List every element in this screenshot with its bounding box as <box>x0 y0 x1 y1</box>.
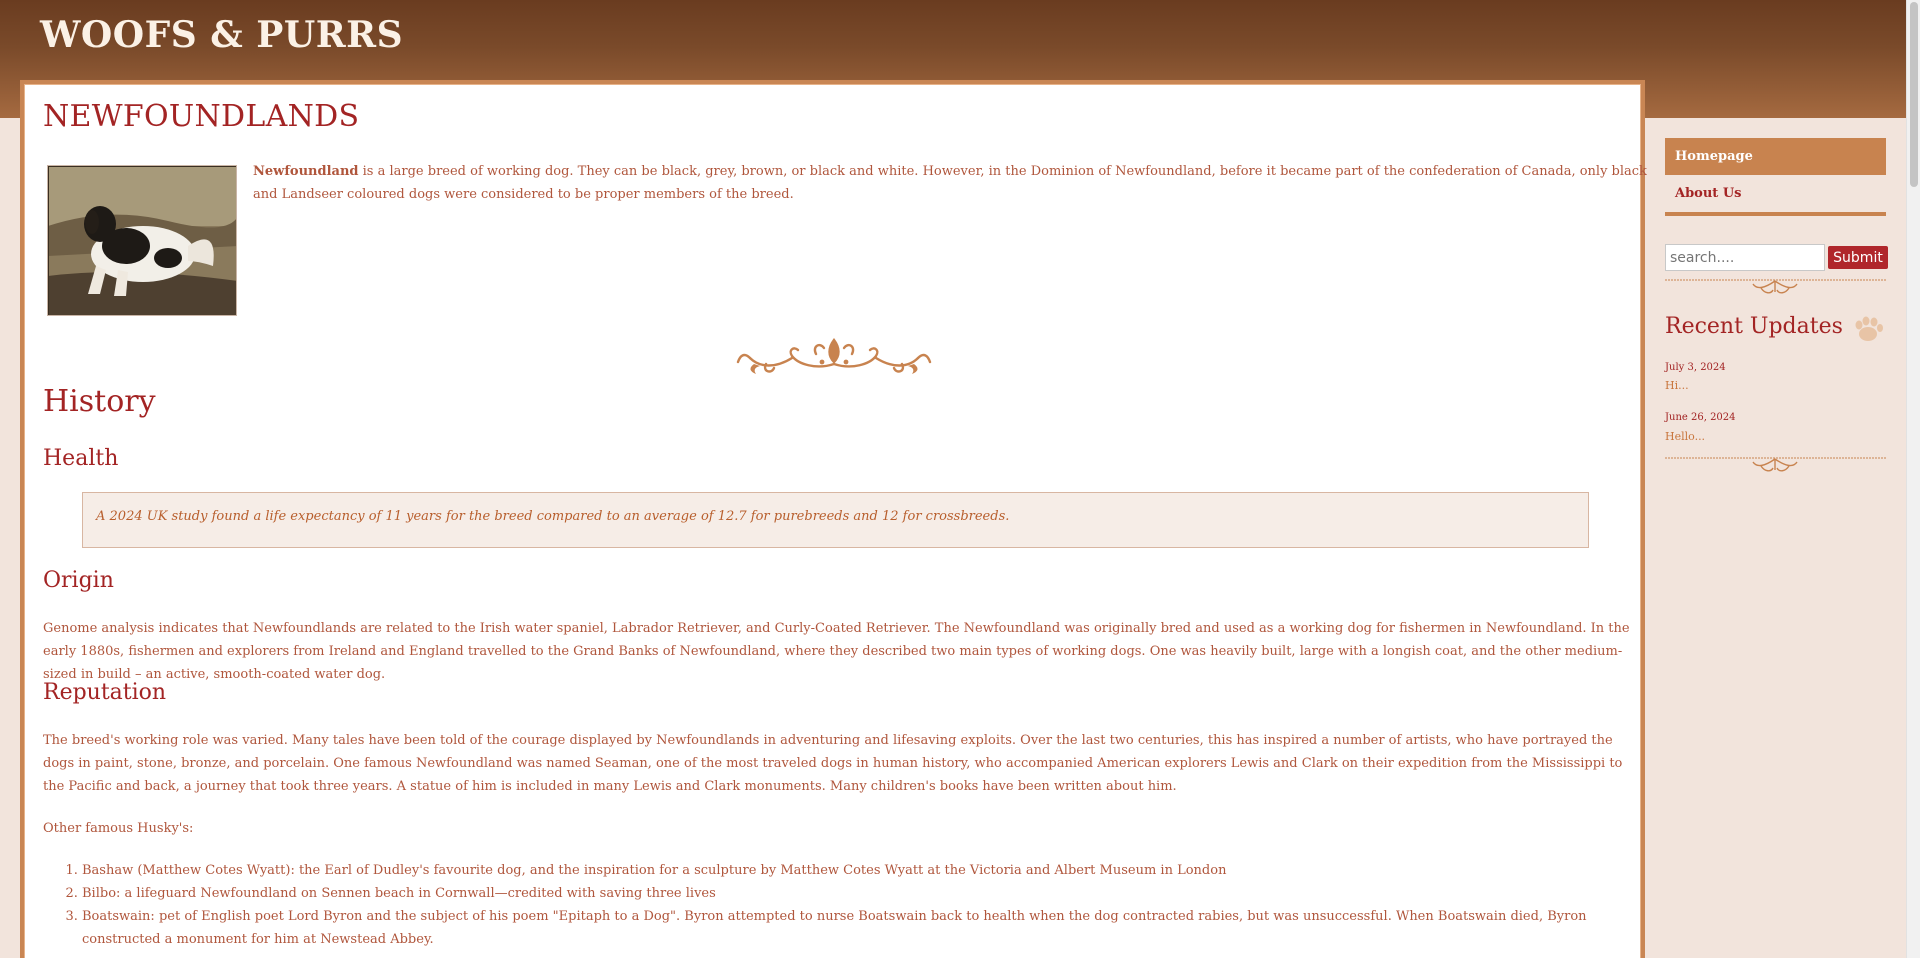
update-date: June 26, 2024 <box>1665 412 1736 423</box>
submit-button[interactable]: Submit <box>1828 246 1888 269</box>
reputation-heading: Reputation <box>43 680 167 705</box>
intro-text: is a large breed of working dog. They ca… <box>253 164 1647 202</box>
search-input[interactable] <box>1665 244 1825 271</box>
main-content: NEWFOUNDLANDS Newfoundland is a large br… <box>20 80 1647 958</box>
reputation-paragraph: The breed's working role was varied. Man… <box>43 733 1623 794</box>
list-item: Boatswain: pet of English poet Lord Byro… <box>82 905 1642 951</box>
origin-heading: Origin <box>43 568 114 593</box>
health-heading: Health <box>43 446 119 471</box>
list-item: Bashaw (Matthew Cotes Wyatt): the Earl o… <box>82 859 1642 882</box>
update-link[interactable]: Hello... <box>1665 430 1705 443</box>
nav-divider <box>1665 212 1886 216</box>
nav-item-homepage[interactable]: Homepage <box>1665 138 1886 175</box>
origin-paragraph: Genome analysis indicates that Newfoundl… <box>43 621 1630 682</box>
paw-icon <box>1852 315 1884 347</box>
health-quote: A 2024 UK study found a life expectancy … <box>82 492 1589 548</box>
vertical-scrollbar[interactable] <box>1906 0 1920 958</box>
famous-intro: Other famous Husky's: <box>43 821 194 836</box>
site-title[interactable]: WOOFS & PURRS <box>40 14 403 56</box>
newfoundland-painting-image <box>47 165 237 316</box>
divider-ornament-icon <box>1665 278 1886 298</box>
update-link[interactable]: Hi... <box>1665 379 1689 392</box>
sidebar: Homepage About Us Submit Recent Updates <box>1665 138 1888 472</box>
recent-updates-heading: Recent Updates <box>1665 314 1843 339</box>
list-item: Bilbo: a lifeguard Newfoundland on Senne… <box>82 882 1642 905</box>
flourish-divider-icon <box>736 334 932 380</box>
update-date: July 3, 2024 <box>1665 362 1726 373</box>
nav-item-about-us[interactable]: About Us <box>1665 175 1886 212</box>
intro-breed-name: Newfoundland <box>253 164 359 179</box>
divider-ornament-icon <box>1665 456 1886 476</box>
page-title: NEWFOUNDLANDS <box>43 99 360 134</box>
scrollbar-thumb[interactable] <box>1910 2 1918 187</box>
history-heading: History <box>43 384 156 419</box>
famous-dogs-list: Bashaw (Matthew Cotes Wyatt): the Earl o… <box>82 859 1642 951</box>
intro-paragraph: Newfoundland is a large breed of working… <box>253 160 1653 206</box>
